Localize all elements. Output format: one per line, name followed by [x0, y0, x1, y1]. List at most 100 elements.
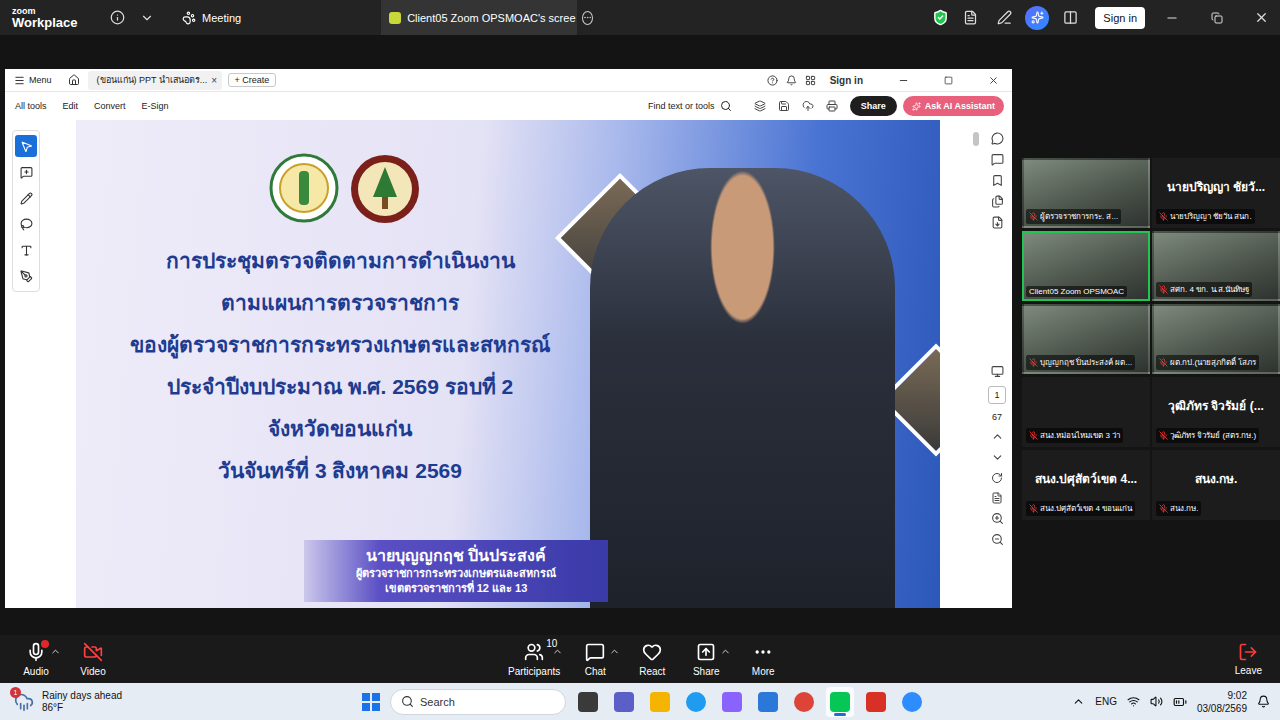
tool-button[interactable]: [15, 161, 37, 183]
participant-tile[interactable]: สนง.ปศุสัตว์เขต 4...สนง.ปศุสัตว์เขต 4 ขอ…: [1022, 450, 1150, 520]
participant-tile[interactable]: นายปริญญา ชัยวั...นายปริญญา ชัยวัน สนก.: [1152, 158, 1280, 228]
dropdown-button[interactable]: [134, 5, 160, 31]
right-sidebar: 167: [982, 120, 1012, 608]
leave-button[interactable]: Leave: [1235, 642, 1262, 676]
participant-label: บุญญกฤช ปิ่นประสงค์ ผต...: [1026, 355, 1135, 370]
layout-button[interactable]: [1057, 5, 1083, 31]
meeting-tab[interactable]: Meeting: [182, 11, 241, 25]
tool-button[interactable]: [15, 213, 37, 235]
taskbar-search[interactable]: Search: [390, 689, 566, 715]
tool-button[interactable]: [15, 135, 37, 157]
taskbar-app[interactable]: [610, 687, 638, 717]
meeting-area: Menu (ขอนแก่น) PPT นำเสนอตร...× + Create Si…: [0, 35, 1280, 635]
muted-mic-icon: [1159, 431, 1168, 440]
chat-button[interactable]: Chat: [573, 641, 617, 677]
scrollbar[interactable]: [970, 120, 982, 608]
taskbar-app[interactable]: [718, 687, 746, 717]
taskbar-app[interactable]: [646, 687, 674, 717]
ellipsis-icon: [583, 13, 592, 22]
share-button[interactable]: Share: [850, 96, 897, 116]
participant-name: สนง.ปศุสัตว์เขต 4...: [1035, 469, 1137, 488]
more-button[interactable]: More: [741, 641, 785, 677]
rotate-icon: [991, 472, 1003, 484]
pdf-close-button[interactable]: [975, 69, 1012, 98]
tool-button[interactable]: [15, 187, 37, 209]
pdf-maximize-button[interactable]: [930, 69, 967, 98]
participant-tile[interactable]: บุญญกฤช ปิ่นประสงค์ ผต...: [1022, 304, 1150, 374]
audio-button[interactable]: Audio: [14, 641, 58, 677]
close-button[interactable]: [1243, 0, 1280, 35]
app-icon: [902, 692, 922, 712]
participant-tile[interactable]: สนง.หม่อนไหมเขต 3 ว่า: [1022, 377, 1150, 447]
home-button[interactable]: [68, 74, 80, 86]
taskbar-app[interactable]: [898, 687, 926, 717]
weather-widget[interactable]: 1Rainy days ahead86°F: [0, 690, 362, 714]
toolbar-menu-item[interactable]: Convert: [94, 101, 126, 111]
info-icon: [110, 10, 125, 25]
muted-mic-icon: [1159, 358, 1168, 367]
restore-button[interactable]: [1198, 0, 1235, 35]
minimize-button[interactable]: [1153, 0, 1190, 35]
taskbar-app[interactable]: [862, 687, 890, 717]
chevron-up-icon: [1072, 695, 1085, 708]
windows-start-icon[interactable]: [362, 693, 380, 711]
participant-tile[interactable]: ผต.กป.(นายสุภกิตติ์ โสภร: [1152, 304, 1280, 374]
toolbar-menu-item[interactable]: E-Sign: [142, 101, 169, 111]
clock[interactable]: 9:0203/08/2569: [1197, 689, 1247, 715]
pdf-minimize-button[interactable]: [885, 69, 922, 98]
taskbar-app[interactable]: [682, 687, 710, 717]
tool-icon: [20, 244, 33, 257]
scroll-thumb[interactable]: [973, 132, 979, 146]
app-icon: [866, 692, 886, 712]
ai-assistant-button[interactable]: Ask AI Assistant: [903, 96, 1004, 116]
participant-tile[interactable]: ผู้ตรวจราชการกระ. ส...: [1022, 158, 1150, 228]
menu-button[interactable]: Menu: [14, 75, 52, 86]
ai-companion-button[interactable]: [1025, 6, 1049, 30]
tab-more-button[interactable]: [582, 11, 593, 25]
participant-tile[interactable]: สศก. 4 ขก. น.ส.นันทิษฐ: [1152, 231, 1280, 301]
bookmark-icon: [991, 174, 1004, 187]
print-icon: [826, 100, 838, 112]
react-icon: [642, 642, 662, 662]
zoom-out-icon: [991, 533, 1004, 546]
taskbar-app[interactable]: [754, 687, 782, 717]
participant-tile[interactable]: สนง.กษ.สนง.กษ.: [1152, 450, 1280, 520]
info-button[interactable]: [104, 5, 130, 31]
toolbar-menu-item[interactable]: Edit: [63, 101, 79, 111]
options-caret[interactable]: [720, 646, 731, 657]
participant-tile[interactable]: วุฒิภัทร จิวรัมย์ (...วุฒิภัทร จิวรัมย์ …: [1152, 377, 1280, 447]
options-caret[interactable]: [50, 646, 61, 657]
notes-button[interactable]: [957, 5, 983, 31]
document-tab[interactable]: (ขอนแก่น) PPT นำเสนอตร...×: [88, 71, 222, 90]
zoom-screen: zoomWorkplaceMeetingClient05 Zoom OPSMOA…: [0, 0, 1280, 720]
sparkle-icon: [912, 102, 921, 111]
app-icon: [578, 692, 598, 712]
sign-in-button[interactable]: Sign in: [1095, 7, 1145, 29]
tool-button[interactable]: [15, 265, 37, 287]
language-indicator[interactable]: ENG: [1095, 696, 1117, 707]
participants-button[interactable]: 10Participants: [508, 641, 560, 677]
tools-column: [5, 120, 76, 608]
chevron-down-icon: [140, 11, 154, 25]
presenter-banner: นายบุญญกฤช ปิ่นประสงค์ผู้ตรวจราชการกระทร…: [304, 540, 608, 602]
taskbar-app[interactable]: [826, 687, 854, 717]
create-button[interactable]: + Create: [228, 73, 277, 87]
options-caret[interactable]: [609, 646, 620, 657]
whiteboard-button[interactable]: [991, 5, 1017, 31]
monitor-icon: [991, 365, 1004, 378]
react-button[interactable]: React: [630, 641, 674, 677]
taskbar-app[interactable]: [790, 687, 818, 717]
tab-close-button[interactable]: ×: [211, 75, 217, 86]
muted-mic-icon: [1029, 504, 1038, 513]
participant-tile[interactable]: Client05 Zoom OPSMOAC: [1022, 231, 1150, 301]
toolbar-menu-item[interactable]: All tools: [15, 101, 47, 111]
restore-icon: [1211, 12, 1223, 24]
video-button[interactable]: Video: [71, 641, 115, 677]
find-field[interactable]: Find text or tools: [648, 100, 732, 112]
taskbar-app[interactable]: [574, 687, 602, 717]
tool-button[interactable]: [15, 239, 37, 261]
share-button[interactable]: Share: [684, 641, 728, 677]
pdf-sign-in-button[interactable]: Sign in: [830, 75, 863, 86]
screen-share-tab[interactable]: Client05 Zoom OPSMOAC's scree: [381, 0, 577, 35]
page-number-field[interactable]: 1: [988, 386, 1005, 404]
